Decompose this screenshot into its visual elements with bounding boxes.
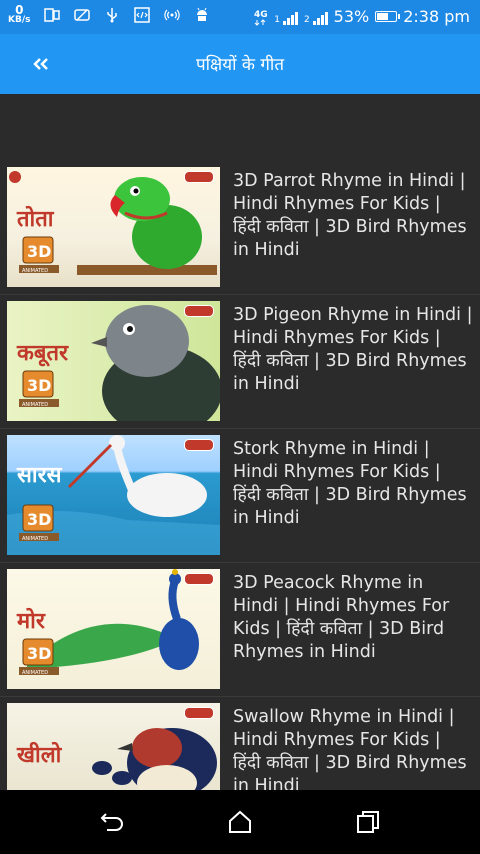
badge-animated-text: ANIMATED: [22, 536, 48, 542]
video-title: Stork Rhyme in Hindi | Hindi Rhymes For …: [233, 439, 467, 528]
badge-3d-text: 3D: [27, 510, 51, 529]
badge-3d-text: 3D: [27, 242, 51, 261]
video-thumbnail: खीलो: [7, 703, 220, 790]
page-title: पक्षियों के गीत: [195, 55, 285, 75]
android-icon: [197, 7, 208, 21]
recents-icon[interactable]: [354, 808, 382, 836]
channel-logo: [184, 573, 214, 585]
thumbnail-hindi-label: खीलो: [17, 742, 62, 768]
3d-animated-badge: 3D ANIMATED: [19, 370, 59, 408]
channel-logo: [184, 707, 214, 719]
developer-mode-icon: [134, 6, 151, 23]
no-sim-icon: [74, 8, 91, 21]
3d-animated-badge: 3D ANIMATED: [19, 638, 59, 676]
video-list-item[interactable]: तोता 3D ANIMATED 3D Parrot Rhyme in Hindi…: [0, 160, 480, 295]
network-type-icon: 4G: [254, 10, 268, 26]
video-list-item[interactable]: सारस 3D ANIMATED Stork Rhyme in Hindi | H…: [0, 428, 480, 563]
back-arrow-icon[interactable]: [98, 808, 126, 836]
clock: 2:38 pm: [403, 7, 470, 26]
video-list[interactable]: तोता 3D ANIMATED 3D Parrot Rhyme in Hindi…: [0, 160, 480, 790]
badge-3d-text: 3D: [27, 644, 51, 663]
video-title: 3D Peacock Rhyme in Hindi | Hindi Rhymes…: [233, 573, 450, 662]
network-speed-unit: KB/s: [8, 15, 31, 25]
hotspot-icon: [164, 9, 181, 20]
video-title: 3D Pigeon Rhyme in Hindi | Hindi Rhymes …: [233, 305, 473, 394]
battery-icon: [375, 11, 401, 22]
status-left-icons: 0 KB/s: [8, 4, 210, 25]
video-thumbnail: कबूतर 3D ANIMATED: [7, 301, 220, 421]
signal-sim2-icon: 2: [304, 9, 328, 25]
status-bar: 0 KB/s 4G 1 2 53% 2:38 pm: [0, 0, 480, 34]
thumbnail-hindi-label: तोता: [17, 206, 54, 232]
network-type-label: 4G: [254, 10, 268, 20]
status-right-icons: 4G 1 2 53% 2:38 pm: [254, 7, 470, 26]
thumbnail-hindi-label: मोर: [17, 608, 45, 634]
video-thumbnail: मोर 3D ANIMATED: [7, 569, 220, 689]
badge-animated-text: ANIMATED: [22, 402, 48, 408]
3d-animated-badge: 3D ANIMATED: [19, 504, 59, 542]
battery-percent: 53%: [333, 7, 370, 26]
badge-animated-text: ANIMATED: [22, 268, 48, 274]
video-thumbnail: तोता 3D ANIMATED: [7, 167, 220, 287]
network-speed: 0 KB/s: [8, 4, 30, 25]
system-navigation-bar: [0, 790, 480, 854]
3d-animated-badge: 3D ANIMATED: [19, 236, 59, 274]
channel-logo: [184, 171, 214, 183]
video-title: Swallow Rhyme in Hindi | Hindi Rhymes Fo…: [233, 707, 467, 790]
video-list-item[interactable]: मोर 3D ANIMATED 3D Peacock Rhyme in Hindi…: [0, 562, 480, 697]
video-list-item[interactable]: खीलो Swallow Rhyme in Hindi | Hindi Rhym…: [0, 696, 480, 790]
toolbar: पक्षियों के गीत: [0, 34, 480, 94]
screen-mirror-icon: [44, 7, 61, 22]
badge-animated-text: ANIMATED: [22, 670, 48, 676]
usb-icon: [107, 7, 118, 22]
video-list-item[interactable]: कबूतर 3D ANIMATED 3D Pigeon Rhyme in Hind…: [0, 294, 480, 429]
thumbnail-hindi-label: सारस: [17, 462, 62, 488]
channel-logo: [184, 439, 214, 451]
video-title: 3D Parrot Rhyme in Hindi | Hindi Rhymes …: [233, 171, 467, 260]
thumbnail-hindi-label: कबूतर: [17, 340, 68, 366]
signal-sim1-icon: 1: [274, 9, 298, 25]
video-thumbnail: सारस 3D ANIMATED: [7, 435, 220, 555]
home-icon[interactable]: [226, 808, 254, 836]
badge-3d-text: 3D: [27, 376, 51, 395]
channel-logo: [184, 305, 214, 317]
